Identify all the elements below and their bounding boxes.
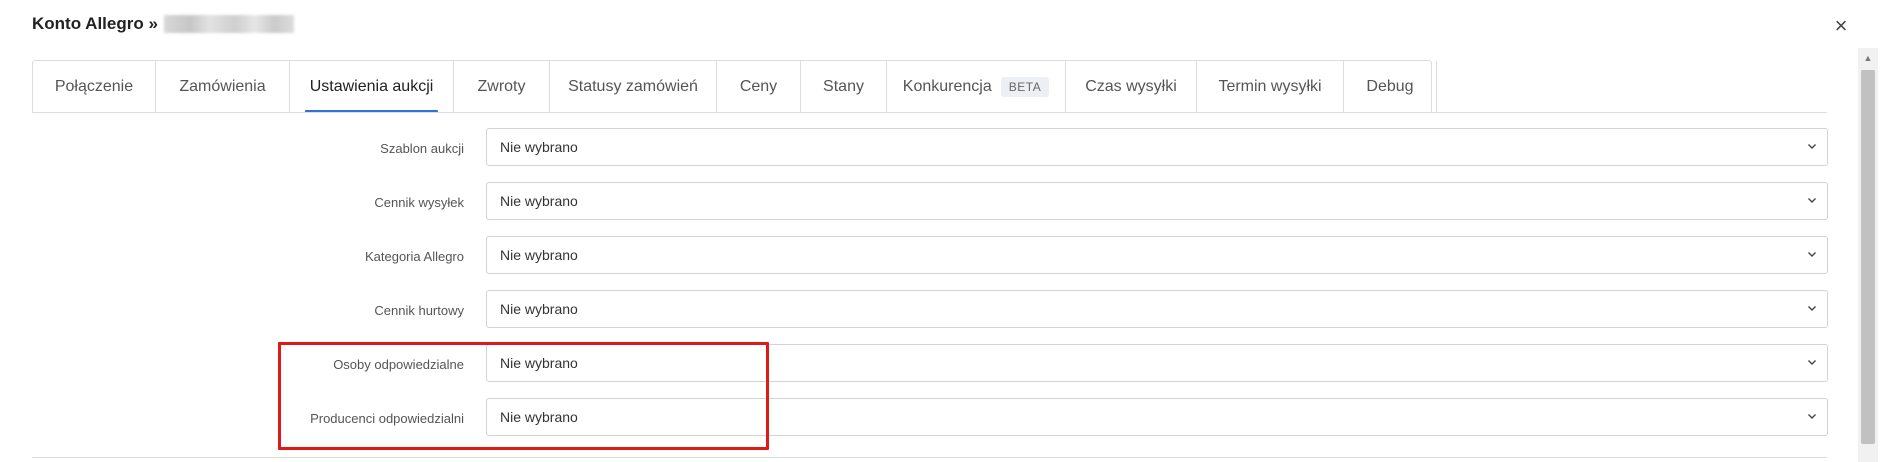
tab-ceny[interactable]: Ceny [717,61,801,113]
tab-label: Ceny [739,78,778,95]
tab-bar: Połączenie Zamówienia Ustawienia aukcji … [32,60,1437,113]
tab-zwroty[interactable]: Zwroty [454,61,550,113]
chevron-down-icon [1808,306,1816,311]
vertical-scrollbar[interactable]: ▲ [1858,48,1878,462]
form-row-producenci-odpowiedzialni: Producenci odpowiedzialni Nie wybrano [0,398,1830,438]
tab-label: Zwroty [477,78,526,95]
tab-ustawienia-aukcji[interactable]: Ustawienia aukcji [290,61,454,113]
field-label: Kategoria Allegro [364,248,464,264]
field-label: Cennik hurtowy [374,302,464,318]
tab-label: Termin wysyłki [1218,78,1322,95]
kategoria-allegro-select[interactable]: Nie wybrano [486,236,1828,274]
tab-stany[interactable]: Stany [801,61,887,113]
tab-czas-wysylki[interactable]: Czas wysyłki [1066,61,1197,113]
select-value: Nie wybrano [500,139,578,155]
beta-badge: BETA [1000,77,1050,97]
chevron-down-icon [1808,198,1816,203]
chevron-down-icon [1808,360,1816,365]
scroll-up-icon[interactable]: ▲ [1858,48,1878,68]
tab-label: Debug [1366,78,1414,95]
tabs-divider [32,112,1827,113]
tab-label: Konkurencja [902,78,992,95]
close-icon[interactable]: × [1829,14,1853,38]
cennik-hurtowy-select[interactable]: Nie wybrano [486,290,1828,328]
dialog-title-text: Konto Allegro » [32,14,158,33]
form-row-cennik-wysylek: Cennik wysyłek Nie wybrano [0,182,1830,222]
chevron-down-icon [1808,144,1816,149]
tab-label: Połączenie [54,78,134,95]
szablon-aukcji-select[interactable]: Nie wybrano [486,128,1828,166]
tab-label: Statusy zamówień [568,78,698,95]
dialog-title: Konto Allegro » [32,12,294,36]
highlight-box [278,342,769,450]
field-label: Szablon aukcji [380,140,464,156]
account-name-redacted [163,15,294,33]
chevron-down-icon [1808,414,1816,419]
field-label: Cennik wysyłek [374,194,464,210]
tab-debug[interactable]: Debug [1344,61,1437,113]
form-row-osoby-odpowiedzialne: Osoby odpowiedzialne Nie wybrano [0,344,1830,384]
tab-label: Ustawienia aukcji [309,78,434,95]
select-value: Nie wybrano [500,193,578,209]
tab-label: Czas wysyłki [1085,78,1177,95]
tab-polaczenie[interactable]: Połączenie [33,61,156,113]
select-value: Nie wybrano [500,247,578,263]
tab-statusy-zamowien[interactable]: Statusy zamówień [550,61,717,113]
tab-konkurencja[interactable]: Konkurencja BETA [887,61,1066,113]
form-bottom-divider [32,457,1827,458]
form-row-szablon-aukcji: Szablon aukcji Nie wybrano [0,128,1830,168]
select-value: Nie wybrano [500,301,578,317]
form-row-cennik-hurtowy: Cennik hurtowy Nie wybrano [0,290,1830,330]
scrollbar-thumb[interactable] [1861,70,1875,444]
tab-label: Stany [823,78,864,95]
form-row-kategoria-allegro: Kategoria Allegro Nie wybrano [0,236,1830,276]
tab-label: Zamówienia [179,78,266,95]
chevron-down-icon [1808,252,1816,257]
tab-termin-wysylki[interactable]: Termin wysyłki [1197,61,1344,113]
cennik-wysylek-select[interactable]: Nie wybrano [486,182,1828,220]
tab-zamowienia[interactable]: Zamówienia [156,61,290,113]
